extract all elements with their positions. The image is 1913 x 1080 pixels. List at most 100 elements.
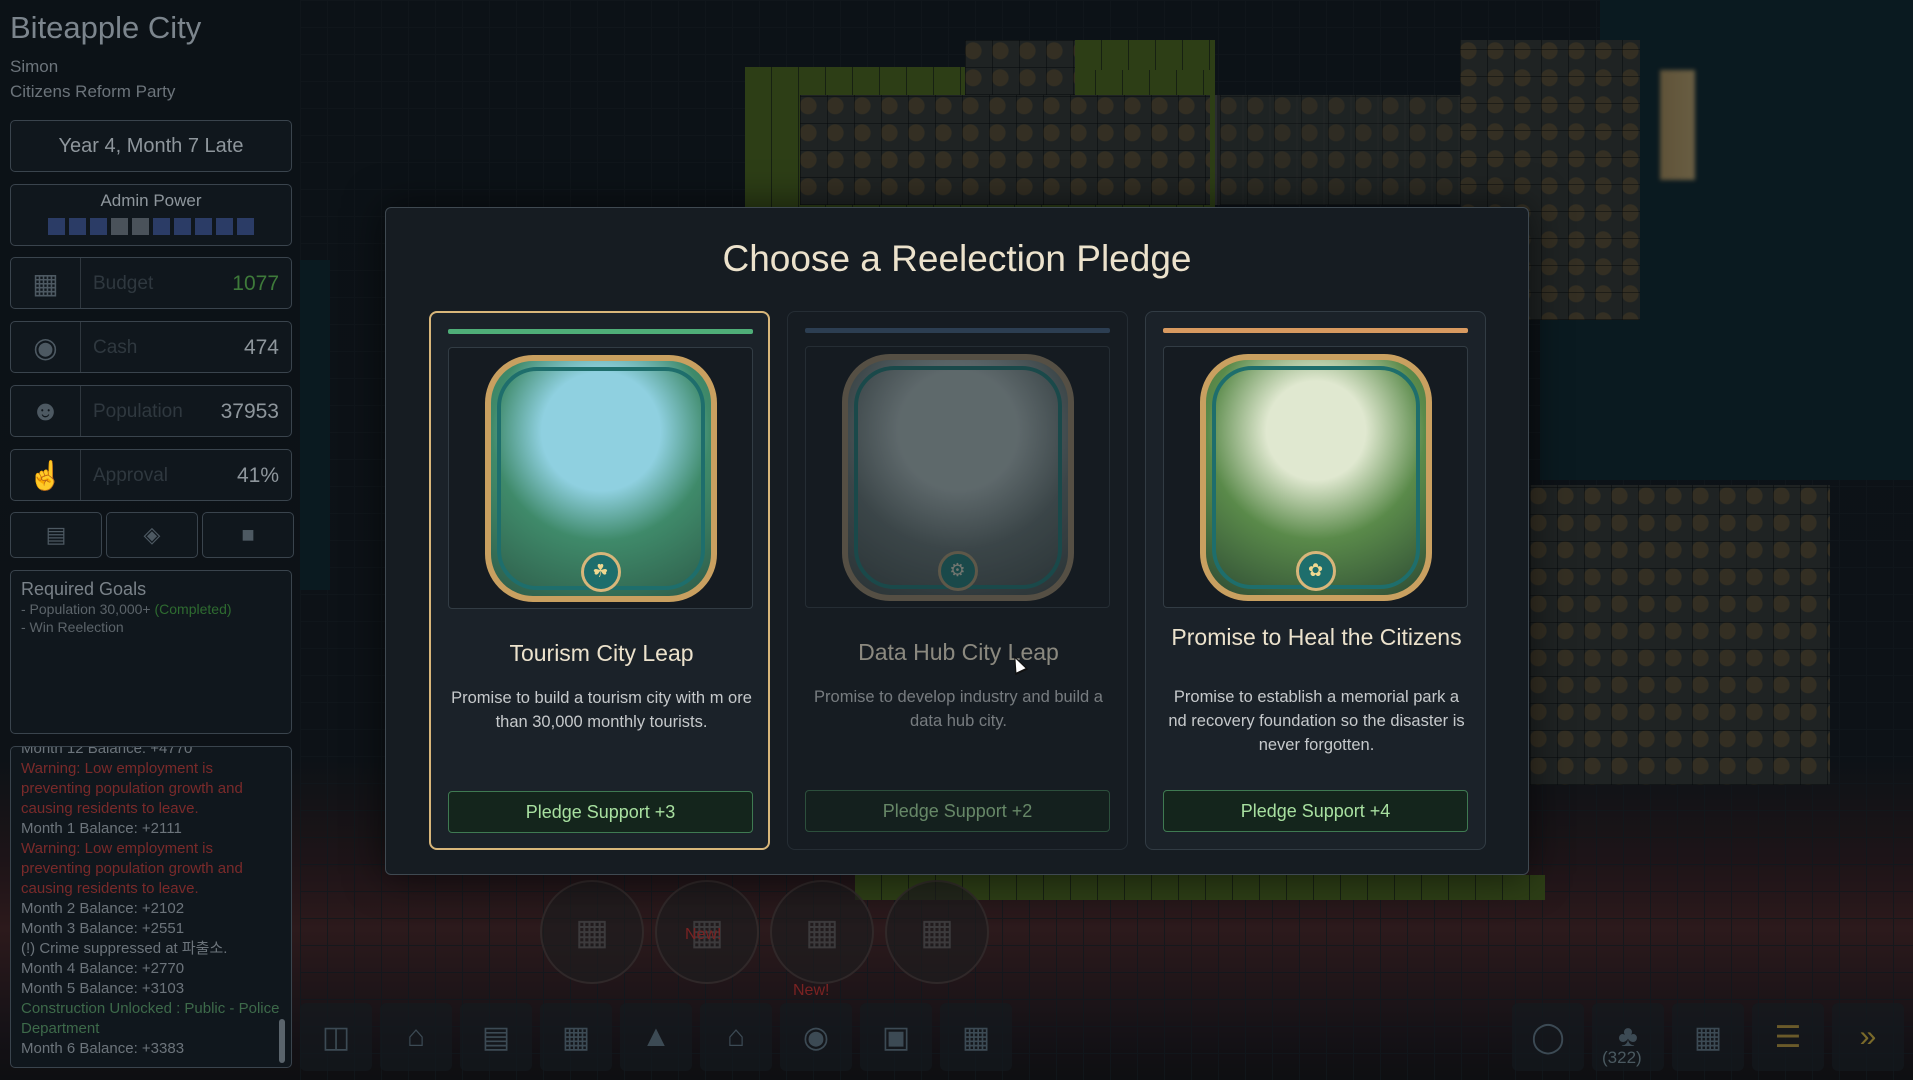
event-log-list: Month 12 Balance: +4770 Warning: Low empl… <box>21 746 281 1059</box>
goal-text: - Population 30,000+ <box>21 601 151 617</box>
log-entry: Month 12 Balance: +4770 <box>21 746 193 757</box>
admin-power-segment <box>111 218 128 235</box>
pledge-support-button[interactable]: Pledge Support +4 <box>1163 790 1468 832</box>
card-accent-bar <box>1163 328 1468 333</box>
cash-label: Cash <box>93 337 138 358</box>
log-entry: Month 2 Balance: +2102 <box>21 900 185 917</box>
budget-value: 1077 <box>232 272 279 295</box>
card-description: Promise to build a tourism city with m o… <box>451 689 752 731</box>
buildings-list-button[interactable]: ▦ <box>1672 1003 1744 1071</box>
log-entry: Warning: Low employment is preventing po… <box>21 760 243 817</box>
pledge-card-data-hub[interactable]: ⚙ Data Hub City Leap Promise to develop … <box>787 311 1128 850</box>
money-stack-icon: ▦ <box>11 258 81 308</box>
new-tag: New! <box>793 982 830 999</box>
population-label: Population <box>93 401 183 422</box>
population-value: 37953 <box>220 400 279 423</box>
population-icon: ☻ <box>11 386 81 436</box>
gear-icon: ⚙ <box>937 550 978 591</box>
log-scrollbar[interactable] <box>279 1019 285 1063</box>
token-count: (322) <box>1602 1048 1642 1067</box>
approval-panel: ☝ Approval 41% <box>10 449 292 501</box>
tool-offices-button[interactable]: ▣ <box>860 1003 932 1071</box>
date-display: Year 4, Month 7 Late <box>10 120 292 172</box>
tool-roads-button[interactable]: ◫ <box>300 1003 372 1071</box>
reelection-pledge-modal: Choose a Reelection Pledge ☘ Tourism Cit… <box>385 207 1529 875</box>
admin-power-segment <box>69 218 86 235</box>
admin-power-segment <box>216 218 233 235</box>
admin-power-segment <box>174 218 191 235</box>
tool-residential-button[interactable]: ⌂ <box>380 1003 452 1071</box>
pledge-support-button[interactable]: Pledge Support +2 <box>805 790 1110 832</box>
admin-power-segment <box>153 218 170 235</box>
emblem-button[interactable]: ◈ <box>106 512 198 558</box>
tool-landmarks-button[interactable]: ▦ <box>940 1003 1012 1071</box>
card-image-frame: ⚙ <box>805 346 1110 608</box>
data-hub-illustration: ⚙ <box>841 353 1074 601</box>
population-panel: ☻ Population 37953 <box>10 385 292 437</box>
party-name: Citizens Reform Party <box>10 82 176 101</box>
tool-parks-button[interactable]: ▲ <box>620 1003 692 1071</box>
meeting-button[interactable]: ■ <box>202 512 294 558</box>
log-entry: Month 6 Balance: +3383 <box>21 1040 185 1057</box>
fast-forward-icon[interactable]: » <box>1832 1003 1904 1071</box>
pledge-support-button[interactable]: Pledge Support +3 <box>448 791 753 833</box>
pledge-card-tourism[interactable]: ☘ Tourism City Leap Promise to build a t… <box>429 311 770 850</box>
log-entry: Construction Unlocked : Public - Police … <box>21 1000 280 1037</box>
goal-item: - Population 30,000+ (Completed) <box>21 600 281 618</box>
card-title: Data Hub City Leap <box>858 639 1059 665</box>
approval-label: Approval <box>93 465 168 486</box>
card-image-frame: ✿ <box>1163 346 1468 608</box>
card-description: Promise to establish a memorial park a n… <box>1168 688 1465 754</box>
dove-icon: ✿ <box>1295 550 1336 591</box>
admin-power-panel: Admin Power <box>10 184 292 246</box>
map-view-button[interactable]: ◯ <box>1512 1003 1584 1071</box>
card-image-frame: ☘ <box>448 347 753 609</box>
admin-power-segment <box>48 218 65 235</box>
policy-book-button[interactable]: ▤ <box>10 512 102 558</box>
memorial-park-illustration: ✿ <box>1199 353 1432 601</box>
log-entry: Month 5 Balance: +3103 <box>21 980 185 997</box>
pledge-card-heal-citizens[interactable]: ✿ Promise to Heal the Citizens Promise t… <box>1145 311 1486 850</box>
log-entry: Warning: Low employment is preventing po… <box>21 840 243 897</box>
building-option-3[interactable]: ▦ <box>770 880 874 984</box>
cash-panel: ◉ Cash 474 <box>10 321 292 373</box>
modal-title: Choose a Reelection Pledge <box>722 238 1192 279</box>
goal-item: - Win Reelection <box>21 619 124 635</box>
event-log[interactable]: Month 12 Balance: +4770 Warning: Low empl… <box>10 746 292 1068</box>
card-accent-bar <box>805 328 1110 333</box>
log-entry: (!) Crime suppressed at 파출소. <box>21 940 228 957</box>
log-entry: Month 3 Balance: +2551 <box>21 920 185 937</box>
card-description: Promise to develop industry and build a … <box>814 688 1103 730</box>
tool-public-button[interactable]: ⌂ <box>700 1003 772 1071</box>
tool-industrial-button[interactable]: ▦ <box>540 1003 612 1071</box>
approval-value: 41% <box>236 464 279 487</box>
menu-icon[interactable]: ☰ <box>1752 1003 1824 1071</box>
tourism-illustration: ☘ <box>484 354 717 602</box>
left-hud: Biteapple City Simon Citizens Reform Par… <box>0 0 300 1080</box>
admin-power-segment <box>195 218 212 235</box>
admin-power-label: Admin Power <box>100 191 202 210</box>
player-name: Simon <box>10 57 59 76</box>
admin-power-segment <box>132 218 149 235</box>
building-option-4[interactable]: ▦ <box>885 880 989 984</box>
card-accent-bar <box>448 329 753 334</box>
admin-power-bar <box>48 218 254 235</box>
cash-icon: ◉ <box>11 322 81 372</box>
budget-label: Budget <box>93 273 154 294</box>
admin-power-segment <box>90 218 107 235</box>
tool-police-button[interactable]: ◉ <box>780 1003 852 1071</box>
city-name: Biteapple City <box>10 10 202 45</box>
goals-title: Required Goals <box>21 579 147 599</box>
log-entry: Month 4 Balance: +2770 <box>21 960 185 977</box>
palm-tree-icon: ☘ <box>580 551 621 592</box>
admin-power-segment <box>237 218 254 235</box>
required-goals-panel: Required Goals - Population 30,000+ (Com… <box>10 570 292 734</box>
building-option-1[interactable]: ▦ <box>540 880 644 984</box>
cash-value: 474 <box>243 336 279 359</box>
budget-panel: ▦ Budget 1077 <box>10 257 292 309</box>
log-entry: Month 1 Balance: +2111 <box>21 820 182 837</box>
card-title: Promise to Heal the Citizens <box>1171 624 1462 650</box>
new-tag: New! <box>685 926 722 943</box>
tool-commercial-button[interactable]: ▤ <box>460 1003 532 1071</box>
goal-completed-tag: (Completed) <box>154 601 232 617</box>
